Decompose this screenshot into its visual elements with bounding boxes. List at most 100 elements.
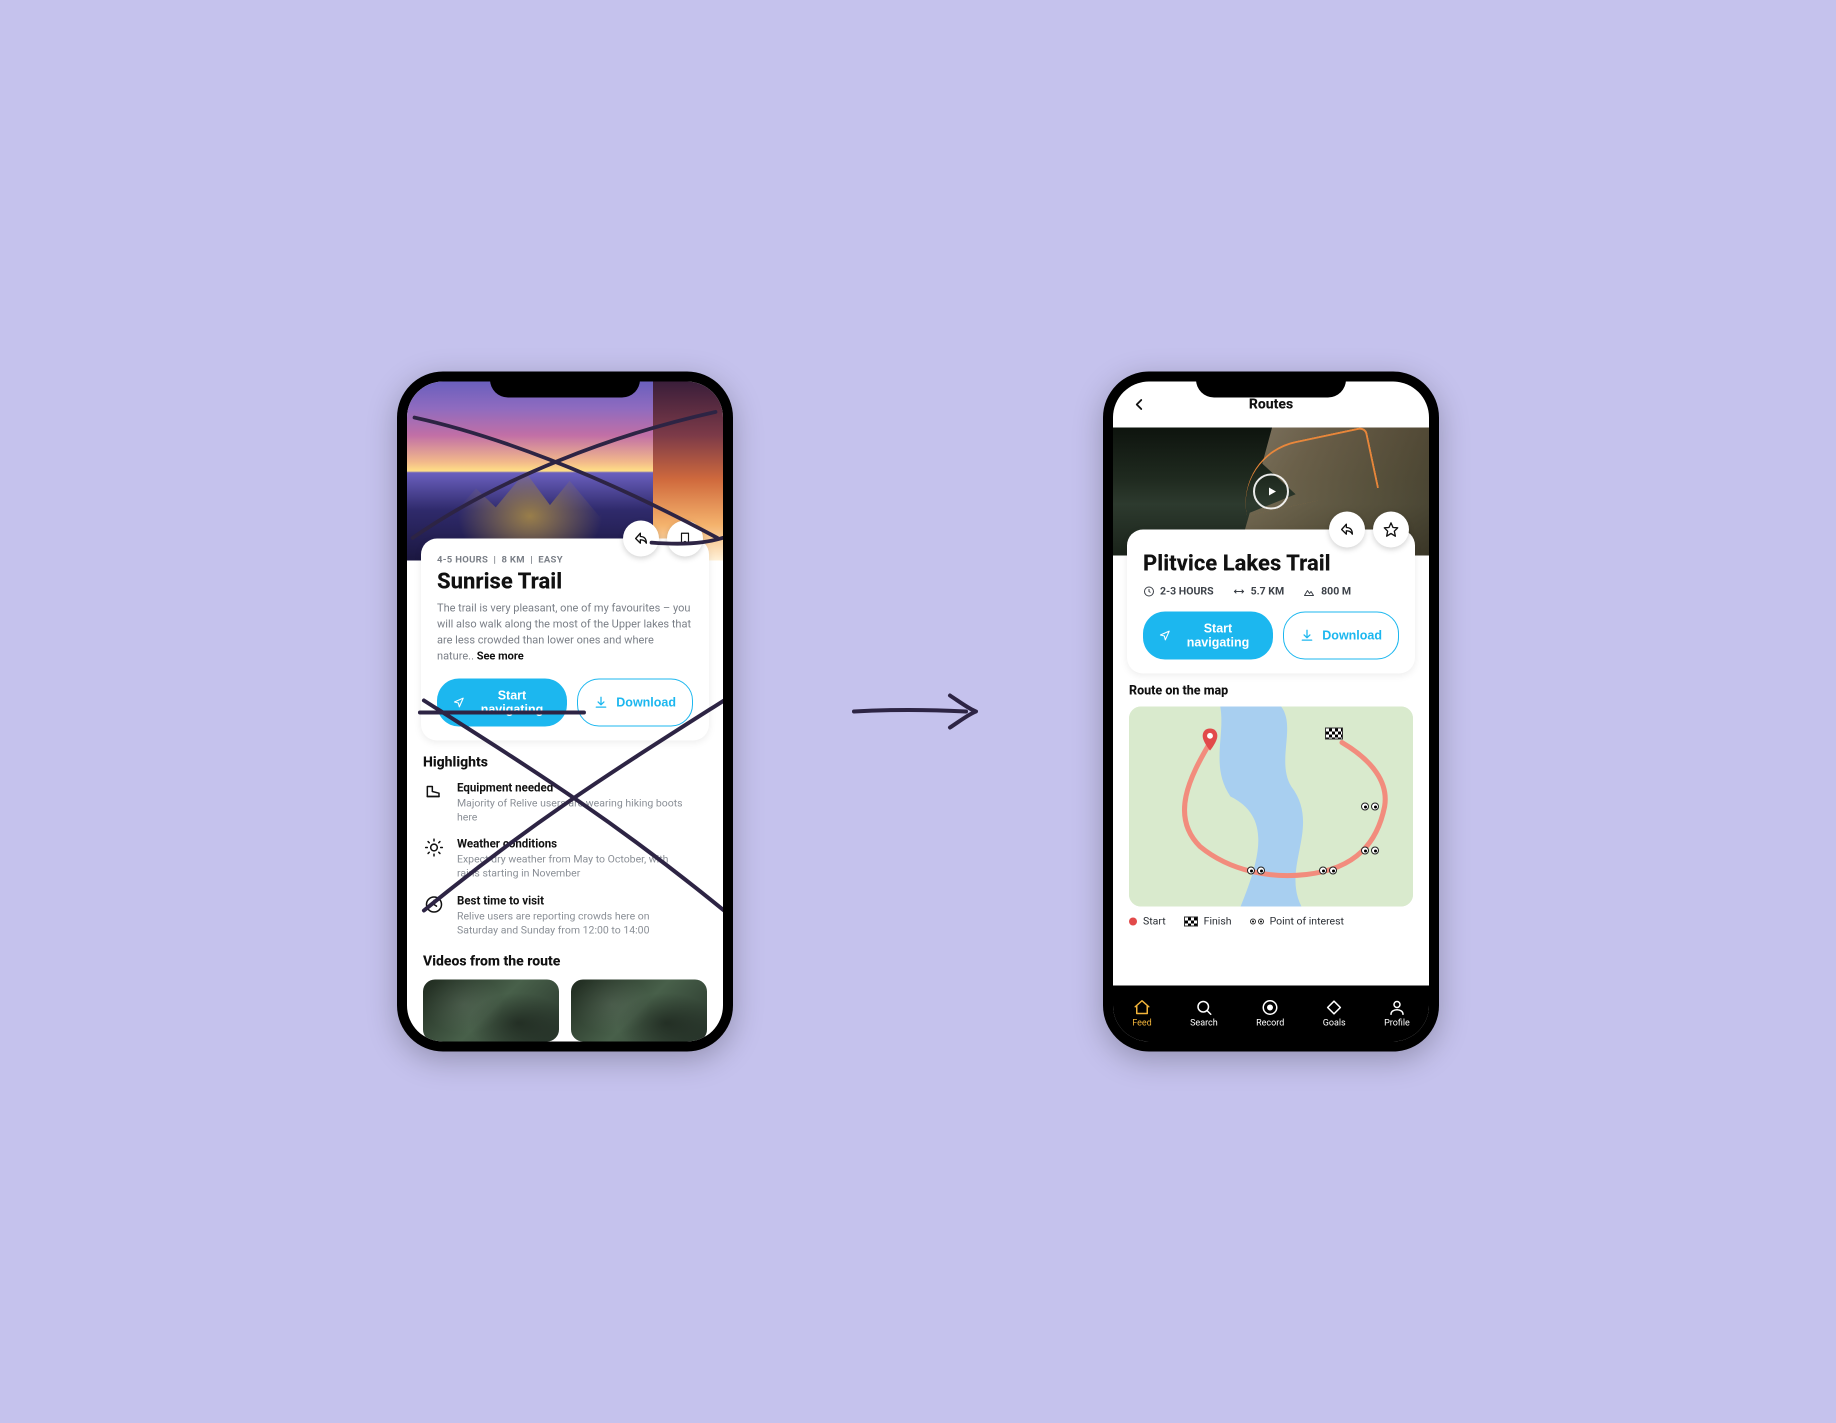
back-button[interactable] (1127, 393, 1151, 417)
chevron-left-icon (1130, 396, 1148, 414)
tab-label: Record (1256, 1019, 1284, 1029)
phone-right: Routes Plitvice Lakes Trail (1103, 372, 1439, 1052)
map-heading: Route on the map (1129, 684, 1413, 699)
download-button[interactable]: Download (577, 678, 693, 726)
download-icon (594, 695, 608, 709)
legend-finish-label: Finish (1204, 915, 1232, 928)
stat-elevation-value: 800 M (1321, 585, 1351, 598)
highlights-section: Highlights Equipment needed Majority of … (407, 740, 723, 949)
search-icon (1195, 999, 1213, 1017)
tab-label: Profile (1384, 1019, 1410, 1029)
tab-profile[interactable]: Profile (1384, 999, 1410, 1029)
download-label: Download (616, 695, 676, 709)
tab-label: Goals (1323, 1019, 1346, 1029)
route-description-text: The trail is very pleasant, one of my fa… (437, 602, 691, 663)
legend-start: Start (1129, 915, 1166, 928)
route-stats: 2-3 HOURS 5.7 KM 800 M (1143, 585, 1399, 598)
share-icon (1339, 522, 1355, 538)
boot-icon (423, 780, 445, 802)
screen-right: Routes Plitvice Lakes Trail (1113, 382, 1429, 1042)
map-poi (1361, 847, 1379, 855)
meta-distance: 8 KM (502, 555, 525, 566)
videos-section: Videos from the route (407, 950, 723, 980)
tab-label: Search (1190, 1019, 1218, 1029)
bookmark-button[interactable] (667, 521, 703, 557)
tab-goals[interactable]: Goals (1323, 999, 1346, 1029)
profile-icon (1388, 999, 1406, 1017)
sun-icon (423, 837, 445, 859)
phone-notch (1196, 372, 1346, 398)
highlight-item: Weather conditions Expect dry weather fr… (423, 837, 707, 881)
map-start-pin (1201, 729, 1219, 755)
phone-left: 4-5 HOURS | 8 KM | EASY Sunrise Trail Th… (397, 372, 733, 1052)
bottom-tab-bar: Feed Search Record Goals Profile (1113, 986, 1429, 1042)
route-map[interactable] (1129, 707, 1413, 907)
route-info-card: Plitvice Lakes Trail 2-3 HOURS 5.7 KM 80… (1127, 530, 1415, 674)
phone-notch (490, 372, 640, 398)
tab-record[interactable]: Record (1256, 999, 1284, 1029)
route-description: The trail is very pleasant, one of my fa… (437, 601, 693, 665)
record-icon (1261, 999, 1279, 1017)
highlight-title: Best time to visit (457, 893, 687, 907)
stat-distance-value: 5.7 KM (1251, 585, 1285, 598)
download-label: Download (1322, 629, 1382, 643)
distance-icon (1232, 585, 1246, 597)
tab-feed[interactable]: Feed (1132, 999, 1152, 1029)
home-icon (1133, 999, 1151, 1017)
video-thumbnail[interactable] (423, 980, 559, 1042)
clock-icon (1143, 585, 1155, 597)
goals-icon (1325, 999, 1343, 1017)
navigate-icon (453, 695, 465, 709)
highlight-title: Equipment needed (457, 780, 687, 794)
page-title: Routes (1249, 397, 1293, 413)
play-button[interactable] (1253, 474, 1289, 510)
transition-arrow (843, 682, 993, 742)
legend-finish: Finish (1184, 915, 1232, 928)
download-button[interactable]: Download (1283, 612, 1399, 660)
highlight-subtitle: Relive users are reporting crowds here o… (457, 909, 687, 937)
bookmark-icon (678, 531, 692, 547)
stat-distance: 5.7 KM (1232, 585, 1285, 598)
highlight-title: Weather conditions (457, 837, 687, 851)
favorite-button[interactable] (1373, 512, 1409, 548)
navigate-icon (1159, 629, 1171, 643)
stat-duration: 2-3 HOURS (1143, 585, 1214, 598)
meta-duration: 4-5 HOURS (437, 555, 488, 566)
legend-start-label: Start (1143, 915, 1166, 928)
see-more-link[interactable]: See more (477, 650, 524, 663)
video-thumbnail[interactable] (571, 980, 707, 1042)
star-icon (1383, 522, 1399, 538)
tab-search[interactable]: Search (1190, 999, 1218, 1029)
stat-elevation: 800 M (1302, 585, 1351, 598)
video-thumbnails (407, 980, 723, 1042)
map-poi (1247, 867, 1265, 875)
legend-poi: Point of interest (1250, 915, 1344, 928)
tab-label: Feed (1132, 1019, 1152, 1029)
play-icon (1266, 486, 1278, 498)
map-poi (1361, 803, 1379, 811)
map-finish-flag (1325, 725, 1343, 744)
videos-heading: Videos from the route (423, 954, 707, 970)
elevation-icon (1302, 585, 1316, 597)
map-section: Route on the map (1129, 674, 1413, 936)
highlight-subtitle: Majority of Relive users are wearing hik… (457, 796, 687, 824)
stat-duration-value: 2-3 HOURS (1160, 585, 1214, 598)
share-button[interactable] (1329, 512, 1365, 548)
start-navigating-button[interactable]: Start navigating (437, 678, 567, 726)
clock-icon (423, 893, 445, 915)
map-legend: Start Finish Point of interest (1129, 915, 1413, 936)
legend-poi-label: Point of interest (1270, 915, 1344, 928)
route-title: Plitvice Lakes Trail (1143, 552, 1399, 577)
route-info-card: 4-5 HOURS | 8 KM | EASY Sunrise Trail Th… (421, 539, 709, 741)
download-icon (1300, 629, 1314, 643)
start-navigating-label: Start navigating (1179, 622, 1258, 650)
highlight-item: Best time to visit Relive users are repo… (423, 893, 707, 937)
map-poi (1319, 867, 1337, 875)
highlight-item: Equipment needed Majority of Relive user… (423, 780, 707, 824)
highlights-heading: Highlights (423, 754, 707, 770)
share-button[interactable] (623, 521, 659, 557)
screen-left: 4-5 HOURS | 8 KM | EASY Sunrise Trail Th… (407, 382, 723, 1042)
start-navigating-button[interactable]: Start navigating (1143, 612, 1273, 660)
share-icon (633, 531, 649, 547)
highlight-subtitle: Expect dry weather from May to October, … (457, 853, 687, 881)
